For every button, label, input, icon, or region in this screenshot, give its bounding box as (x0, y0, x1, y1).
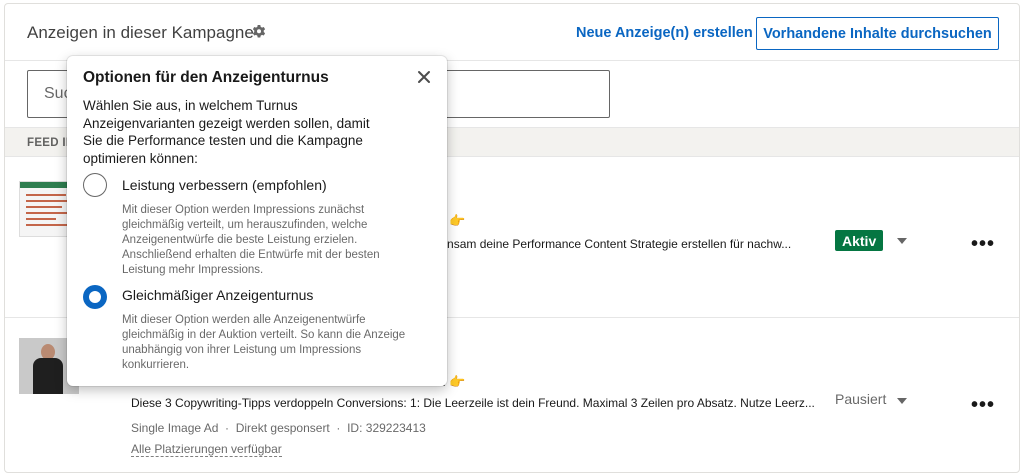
close-icon[interactable] (414, 67, 434, 87)
more-icon[interactable]: ••• (971, 234, 995, 254)
option-label-even[interactable]: Gleichmäßiger Anzeigenturnus (122, 287, 313, 303)
browse-content-button[interactable]: Vorhandene Inhalte durchsuchen (756, 17, 999, 50)
option-help-even: Mit dieser Option werden alle Anzeigenen… (122, 314, 406, 371)
option-help-optimize: Mit dieser Option werden Impressions zun… (122, 204, 380, 276)
status-badge[interactable]: Pausiert (835, 391, 886, 407)
status-badge[interactable]: Aktiv (835, 230, 884, 251)
panel-header: Anzeigen in dieser Kampagne Neue Anzeige… (5, 4, 1019, 61)
page-title: Anzeigen in dieser Kampagne (27, 23, 254, 42)
option-label-optimize[interactable]: Leistung verbessern (empfohlen) (122, 177, 327, 193)
caret-down-icon[interactable] (897, 238, 907, 244)
placements-link[interactable]: Alle Platzierungen verfügbar (131, 442, 282, 457)
radio-even-rotation[interactable] (83, 285, 107, 309)
more-icon[interactable]: ••• (971, 395, 995, 415)
ad-description: neinsam deine Performance Content Strate… (431, 237, 792, 251)
pointing-hand-emoji: 👉 (449, 374, 466, 389)
popover-title: Optionen für den Anzeigenturnus (83, 69, 329, 86)
caret-down-icon[interactable] (897, 398, 907, 404)
popover-intro: Wählen Sie aus, in welchem Turnus Anzeig… (83, 98, 370, 166)
ad-rotation-popover: Optionen für den Anzeigenturnus Wählen S… (67, 56, 447, 386)
ad-description: Diese 3 Copywriting-Tipps verdoppeln Con… (131, 396, 815, 410)
ad-meta: Single Image Ad · Direkt gesponsert · ID… (131, 421, 426, 435)
radio-optimize-performance[interactable] (83, 173, 107, 197)
gear-icon[interactable] (251, 24, 267, 40)
pointing-hand-emoji: 👉 (449, 213, 466, 228)
new-ad-link[interactable]: Neue Anzeige(n) erstellen (576, 25, 753, 41)
